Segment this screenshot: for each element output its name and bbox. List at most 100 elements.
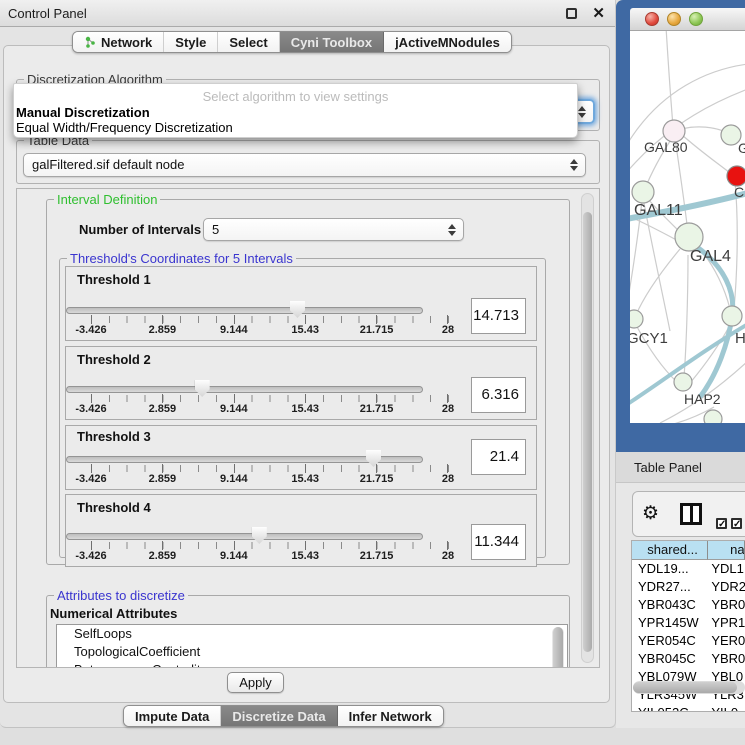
column-header-name[interactable]: na — [708, 541, 745, 560]
number-of-intervals-label: Number of Intervals — [79, 222, 201, 237]
tick-labels: -3.426 2.859 9.144 15.43 21.715 28 — [91, 403, 448, 416]
table-panel-toolbar: ⚙ ✓ ✓ — [632, 491, 745, 537]
settings-vertical-scrollbar[interactable] — [581, 193, 594, 663]
table-panel-title: Table Panel — [634, 452, 702, 483]
node-red — [727, 166, 745, 186]
tab-style[interactable]: Style — [164, 32, 218, 52]
table-row[interactable]: YBR043CYBR0 — [632, 596, 745, 614]
threshold-2-value-field[interactable]: 6.316 — [471, 377, 526, 413]
bottom-tab-strip: Impute Data Discretize Data Infer Networ… — [123, 705, 444, 727]
tab-impute-data-label: Impute Data — [135, 709, 209, 724]
threshold-4-label: Threshold 4 — [77, 500, 151, 515]
table-header-row: shared... na — [632, 541, 745, 560]
node-label: C — [734, 184, 744, 200]
tab-cyni-toolbox-label: Cyni Toolbox — [291, 35, 372, 50]
table-row[interactable]: YPR145WYPR1 — [632, 614, 745, 632]
threshold-4-slider-track[interactable] — [66, 533, 423, 540]
panel-title: Control Panel — [8, 0, 87, 27]
network-window-titlebar — [630, 8, 745, 31]
threshold-1-value-field[interactable]: 14.713 — [471, 298, 526, 334]
network-canvas[interactable]: GAL80 GA C GAL11 GAL4 GCY1 H HAP2 — [630, 31, 745, 423]
threshold-1-panel: Threshold 1 -3.426 2.859 9.144 15.43 21.… — [65, 266, 537, 341]
attributes-group-title: Attributes to discretize — [54, 588, 188, 603]
tab-select[interactable]: Select — [218, 32, 279, 52]
column-header-shared-name[interactable]: shared... — [632, 541, 708, 560]
threshold-1-label: Threshold 1 — [77, 272, 151, 287]
tab-network-label: Network — [101, 35, 152, 50]
screen: Control Panel ✕ Network Style Select Cyn… — [0, 0, 745, 745]
node-label: GAL11 — [634, 202, 683, 219]
tab-cyni-toolbox[interactable]: Cyni Toolbox — [280, 32, 384, 52]
node-table: shared... na YDL19...YDL1 YDR27...YDR2 Y… — [631, 540, 745, 712]
table-row[interactable]: YDR27...YDR2 — [632, 578, 745, 596]
table-row[interactable]: YBR045CYBR0 — [632, 650, 745, 668]
list-item[interactable]: SelfLoops — [57, 625, 567, 643]
node-label: H — [735, 330, 745, 347]
settings-scroll-pane: Interval Definition Number of Intervals … — [16, 188, 600, 668]
interval-definition-title: Interval Definition — [54, 192, 160, 207]
scrollbar-thumb[interactable] — [633, 682, 737, 693]
control-panel-titlebar: Control Panel ✕ — [0, 0, 615, 27]
combo-stepper-icon — [578, 101, 586, 122]
node-label: GAL80 — [644, 139, 688, 155]
threshold-4-value-field[interactable]: 11.344 — [471, 524, 526, 560]
list-item[interactable]: TopologicalCoefficient — [57, 643, 567, 661]
threshold-1-slider-track[interactable] — [66, 307, 423, 314]
thresholds-group-title: Threshold's Coordinates for 5 Intervals — [67, 251, 296, 266]
tick-marks — [91, 316, 449, 323]
gear-icon[interactable]: ⚙ — [642, 501, 659, 527]
tab-jactivemnodules[interactable]: jActiveMNodules — [384, 32, 511, 52]
threshold-3-value-field[interactable]: 21.4 — [471, 439, 526, 475]
network-view-window: GAL80 GA C GAL11 GAL4 GCY1 H HAP2 — [616, 0, 745, 452]
table-row[interactable]: YIL052CYIL0 — [632, 704, 745, 712]
interval-definition-group: Interval Definition Number of Intervals … — [46, 199, 570, 565]
list-item[interactable]: BetweennessCentrality — [57, 661, 567, 668]
algorithm-dropdown-popup: Select algorithm to view settings Manual… — [13, 83, 578, 138]
close-traffic-light-icon[interactable] — [645, 12, 659, 26]
tab-style-label: Style — [175, 35, 206, 50]
algorithm-placeholder-option[interactable]: Select algorithm to view settings — [14, 89, 577, 104]
tab-impute-data[interactable]: Impute Data — [124, 706, 221, 726]
node-h — [722, 306, 742, 326]
thresholds-group: Threshold's Coordinates for 5 Intervals … — [59, 258, 546, 558]
node-gcy1 — [630, 310, 643, 328]
minimize-traffic-light-icon[interactable] — [667, 12, 681, 26]
tab-infer-network[interactable]: Infer Network — [338, 706, 443, 726]
tick-labels: -3.426 2.859 9.144 15.43 21.715 28 — [91, 473, 448, 486]
threshold-2-slider-track[interactable] — [66, 386, 423, 393]
close-icon[interactable]: ✕ — [592, 4, 605, 22]
threshold-3-panel: Threshold 3 -3.426 2.859 9.144 15.43 21.… — [65, 425, 537, 490]
node-label: HAP2 — [684, 391, 721, 407]
tab-select-label: Select — [229, 35, 267, 50]
algorithm-option-equal-width[interactable]: Equal Width/Frequency Discretization — [16, 120, 233, 135]
combo-stepper-icon — [448, 219, 456, 240]
table-row[interactable]: YDL19...YDL1 — [632, 560, 745, 578]
tab-discretize-data-label: Discretize Data — [232, 709, 325, 724]
network-icon — [84, 36, 97, 49]
checkbox-icon[interactable]: ✓ — [731, 518, 742, 529]
node-bottom-partial — [704, 410, 722, 423]
table-panel-body: ⚙ ✓ ✓ shared... na YDL19...YDL1 YDR27...… — [616, 483, 745, 728]
table-row[interactable]: YER054CYER0 — [632, 632, 745, 650]
list-scrollbar[interactable] — [552, 627, 564, 668]
tab-network[interactable]: Network — [73, 32, 164, 52]
node-label: GAL4 — [690, 248, 731, 265]
algorithm-option-manual[interactable]: Manual Discretization — [16, 105, 150, 120]
number-of-intervals-combo[interactable]: 5 — [203, 218, 464, 241]
tick-marks — [91, 542, 449, 549]
table-data-group: Table Data galFiltered.sif default node — [16, 140, 600, 184]
numerical-attributes-label: Numerical Attributes — [50, 606, 177, 621]
tick-marks — [91, 465, 449, 472]
columns-icon[interactable] — [680, 503, 702, 525]
threshold-3-label: Threshold 3 — [77, 429, 151, 444]
tick-labels: -3.426 2.859 9.144 15.43 21.715 28 — [91, 550, 448, 563]
scrollbar-thumb[interactable] — [583, 212, 592, 652]
apply-button[interactable]: Apply — [227, 672, 284, 693]
node-gal11 — [632, 181, 654, 203]
zoom-traffic-light-icon[interactable] — [689, 12, 703, 26]
float-window-icon[interactable] — [566, 8, 577, 19]
table-data-combo[interactable]: galFiltered.sif default node — [23, 153, 586, 177]
checkbox-icon[interactable]: ✓ — [716, 518, 727, 529]
table-horizontal-scrollbar[interactable] — [633, 681, 745, 694]
tab-discretize-data[interactable]: Discretize Data — [221, 706, 337, 726]
